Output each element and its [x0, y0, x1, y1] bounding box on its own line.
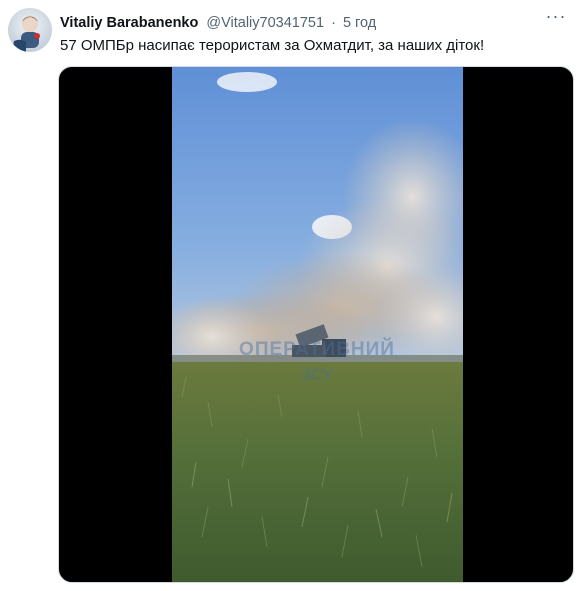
- tweet-timestamp[interactable]: 5 год: [343, 15, 376, 31]
- watermark-sub-text: ЗСУ: [301, 367, 333, 384]
- video-player[interactable]: ОПЕРАТИВНИЙ ЗСУ: [58, 66, 574, 583]
- watermark-text: ОПЕРАТИВНИЙ: [239, 339, 395, 360]
- tweet-text: 57 ОМПБр насипає терористам за Охматдит,…: [60, 37, 485, 54]
- author-handle[interactable]: @Vitaliy70341751: [206, 15, 324, 31]
- tweet-header: Vitaliy Barabanenko @Vitaliy70341751 · 5…: [60, 13, 565, 33]
- author-name[interactable]: Vitaliy Barabanenko: [60, 15, 198, 31]
- avatar[interactable]: [8, 8, 52, 52]
- video-frame: [172, 67, 463, 582]
- separator-dot: ·: [331, 15, 336, 31]
- avatar-image: [8, 8, 52, 52]
- tweet[interactable]: Vitaliy Barabanenko @Vitaliy70341751 · 5…: [0, 0, 579, 591]
- more-options-icon[interactable]: ···: [543, 7, 569, 30]
